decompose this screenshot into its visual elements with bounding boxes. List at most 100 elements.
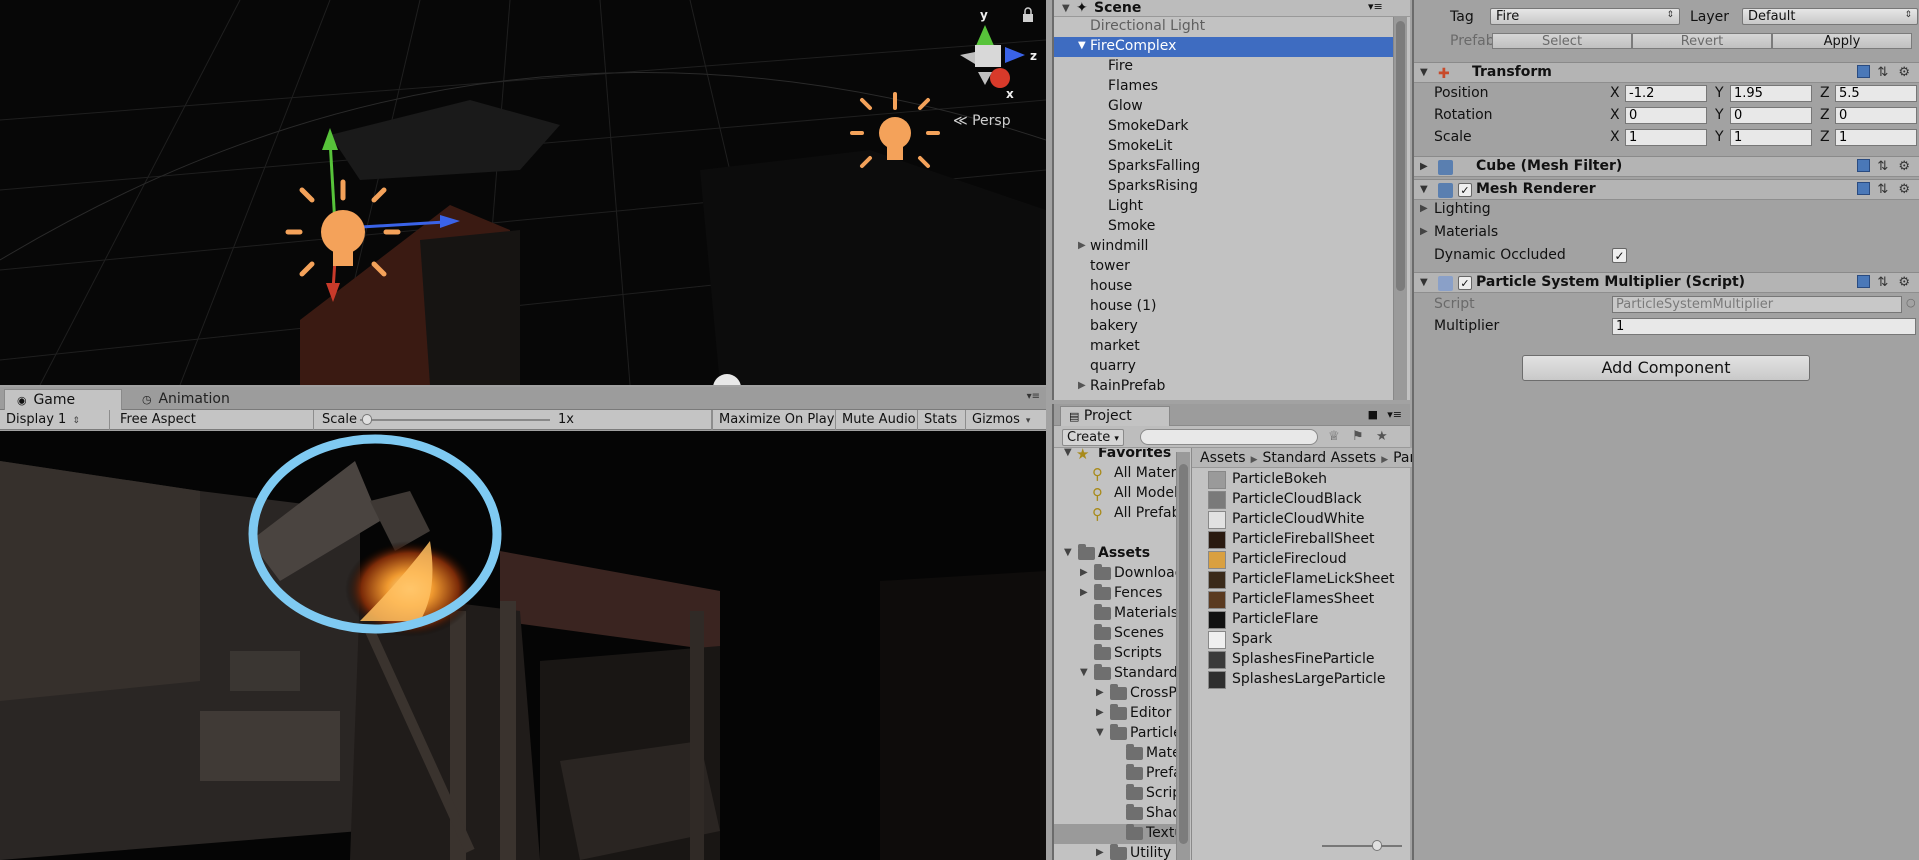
- component-tools[interactable]: ⇅ ⚙: [1857, 65, 1913, 80]
- filter-by-type-icon[interactable]: ♕: [1328, 429, 1340, 444]
- scene-viewport[interactable]: y z x ≪ Persp: [0, 0, 1046, 385]
- project-tree-item[interactable]: ▶ Utility: [1054, 844, 1176, 860]
- asset-item[interactable]: SplashesFineParticle: [1208, 650, 1410, 670]
- hierarchy-item[interactable]: Light: [1054, 197, 1393, 217]
- project-tree-item[interactable]: ▶ Downloads: [1054, 564, 1190, 584]
- hierarchy-scroll-thumb[interactable]: [1396, 21, 1405, 291]
- hierarchy-item[interactable]: Directional Light: [1054, 17, 1393, 37]
- project-tree-item[interactable]: ▼Standard Assets: [1054, 664, 1190, 684]
- game-viewport[interactable]: [0, 431, 1046, 860]
- hierarchy-menu-icon[interactable]: ▾≡: [1368, 0, 1383, 13]
- transform-y-field[interactable]: [1730, 85, 1812, 102]
- asset-item[interactable]: Spark: [1208, 630, 1410, 650]
- hierarchy-item[interactable]: Flames: [1054, 77, 1393, 97]
- layer-dropdown[interactable]: Default ⇕: [1742, 8, 1918, 25]
- gizmos-dropdown[interactable]: Gizmos ▾: [966, 410, 1046, 430]
- hierarchy-item[interactable]: Fire: [1054, 57, 1393, 77]
- asset-item[interactable]: ParticleFlare: [1208, 610, 1410, 630]
- add-component-button[interactable]: Add Component: [1522, 355, 1810, 381]
- fold-down-icon[interactable]: ▼: [1080, 667, 1088, 678]
- component-tools[interactable]: ⇅ ⚙: [1857, 159, 1913, 174]
- fold-right-icon[interactable]: ▶: [1420, 203, 1428, 214]
- hierarchy-item[interactable]: ▶ windmill: [1054, 237, 1393, 257]
- transform-x-field[interactable]: [1625, 129, 1707, 146]
- transform-y-field[interactable]: [1730, 107, 1812, 124]
- lock-icon[interactable]: [1023, 7, 1033, 22]
- hierarchy-item[interactable]: tower: [1054, 257, 1393, 277]
- fold-right-icon[interactable]: ▶: [1096, 707, 1104, 718]
- project-tree-item[interactable]: ⚲All Materials: [1054, 464, 1190, 484]
- lock-icon[interactable]: ■: [1368, 408, 1378, 421]
- fold-right-icon[interactable]: ▶: [1096, 687, 1104, 698]
- project-tree-item[interactable]: Scenes: [1054, 624, 1176, 644]
- asset-item[interactable]: ParticleCloudBlack: [1208, 490, 1410, 510]
- tree-scrollbar[interactable]: [1176, 452, 1190, 860]
- dynamic-occluded-checkbox[interactable]: ✓: [1612, 248, 1627, 263]
- hierarchy-item[interactable]: SmokeDark: [1054, 117, 1393, 137]
- projection-toggle[interactable]: ≪ Persp: [953, 113, 1011, 129]
- mesh-renderer-header[interactable]: ▼ ✓ Mesh Renderer ⇅ ⚙: [1414, 179, 1919, 200]
- breadcrumb-item[interactable]: Assets: [1200, 450, 1246, 466]
- lighting-foldout[interactable]: Lighting: [1434, 201, 1491, 217]
- prefab-revert-button[interactable]: Revert: [1632, 33, 1772, 49]
- script-component-header[interactable]: ▼ ✓ Particle System Multiplier (Script) …: [1414, 272, 1919, 293]
- breadcrumb-item[interactable]: ParticleSystems: [1393, 450, 1412, 466]
- fold-right-icon[interactable]: ▶: [1420, 226, 1428, 237]
- materials-foldout[interactable]: Materials: [1434, 224, 1498, 240]
- project-tree-item[interactable]: ▶ Fences: [1054, 584, 1176, 604]
- hierarchy-item[interactable]: Smoke: [1054, 217, 1393, 237]
- hierarchy-item[interactable]: ▶ RainPrefab: [1054, 377, 1393, 397]
- project-tree-item[interactable]: Scripts: [1054, 644, 1176, 664]
- fold-right-icon[interactable]: ▶: [1420, 161, 1428, 172]
- fold-down-icon[interactable]: ▼: [1062, 3, 1070, 14]
- search-input[interactable]: [1140, 429, 1318, 445]
- component-tools[interactable]: ⇅ ⚙: [1857, 275, 1913, 290]
- multiplier-field[interactable]: [1612, 318, 1916, 335]
- hierarchy-item[interactable]: SparksFalling: [1054, 157, 1393, 177]
- project-tree-item[interactable]: ▼ParticleSystems: [1054, 724, 1190, 744]
- fold-down-icon[interactable]: ▼: [1420, 184, 1428, 195]
- project-tree-item[interactable]: ▶ Editor: [1054, 704, 1176, 724]
- transform-x-field[interactable]: [1625, 107, 1707, 124]
- display-dropdown[interactable]: Display 1 ⇕: [0, 410, 110, 430]
- asset-item[interactable]: ParticleFireballSheet: [1208, 530, 1410, 550]
- project-tree-item[interactable]: ▼ Assets: [1054, 544, 1176, 564]
- fold-right-icon[interactable]: ▶: [1096, 847, 1104, 858]
- prefab-apply-button[interactable]: Apply: [1772, 33, 1912, 49]
- icon-size-slider-handle[interactable]: [1372, 840, 1382, 851]
- mesh-renderer-enabled-checkbox[interactable]: ✓: [1458, 183, 1472, 197]
- mute-audio-toggle[interactable]: Mute Audio: [836, 410, 918, 430]
- breadcrumb-item[interactable]: Standard Assets: [1262, 450, 1376, 466]
- transform-x-field[interactable]: [1625, 85, 1707, 102]
- project-tree-item[interactable]: Shaders: [1054, 804, 1190, 824]
- transform-header[interactable]: ▼ ✚ Transform ⇅ ⚙: [1414, 62, 1919, 83]
- hierarchy-item[interactable]: Glow: [1054, 97, 1393, 117]
- filter-by-label-icon[interactable]: ⚑: [1352, 429, 1364, 444]
- hierarchy-item[interactable]: market: [1054, 337, 1393, 357]
- favorite-star-icon[interactable]: ★: [1376, 429, 1388, 444]
- tab-game[interactable]: ◉ Game: [4, 389, 122, 410]
- asset-item[interactable]: ParticleBokeh: [1208, 470, 1410, 490]
- transform-y-field[interactable]: [1730, 129, 1812, 146]
- project-tree-item[interactable]: ▼ ★ Favorites: [1054, 448, 1176, 464]
- scale-slider-handle[interactable]: [362, 414, 372, 425]
- hierarchy-item[interactable]: house: [1054, 277, 1393, 297]
- transform-z-field[interactable]: [1835, 129, 1917, 146]
- tag-dropdown[interactable]: Fire ⇕: [1490, 8, 1680, 25]
- fold-down-icon[interactable]: ▼: [1096, 727, 1104, 738]
- maximize-on-play-toggle[interactable]: Maximize On Play: [712, 410, 836, 430]
- panel-menu-icon[interactable]: ▾≡: [1027, 391, 1040, 402]
- fold-down-icon[interactable]: ▼: [1078, 40, 1086, 51]
- project-tree-item[interactable]: ⚲ All Prefabs: [1054, 504, 1188, 524]
- asset-item[interactable]: ParticleFlamesSheet: [1208, 590, 1410, 610]
- hierarchy-item[interactable]: house (1): [1054, 297, 1393, 317]
- tree-scroll-thumb[interactable]: [1179, 464, 1188, 844]
- scale-slider[interactable]: [360, 419, 550, 421]
- hierarchy-item[interactable]: quarry: [1054, 357, 1393, 377]
- asset-item[interactable]: SplashesLargeParticle: [1208, 670, 1410, 690]
- icon-size-slider[interactable]: [1322, 845, 1402, 847]
- tab-project[interactable]: ▤ Project: [1060, 406, 1170, 426]
- hierarchy-scrollbar[interactable]: [1393, 17, 1407, 400]
- asset-item[interactable]: ParticleFlameLickSheet: [1208, 570, 1410, 590]
- object-picker-icon[interactable]: ○: [1906, 296, 1916, 309]
